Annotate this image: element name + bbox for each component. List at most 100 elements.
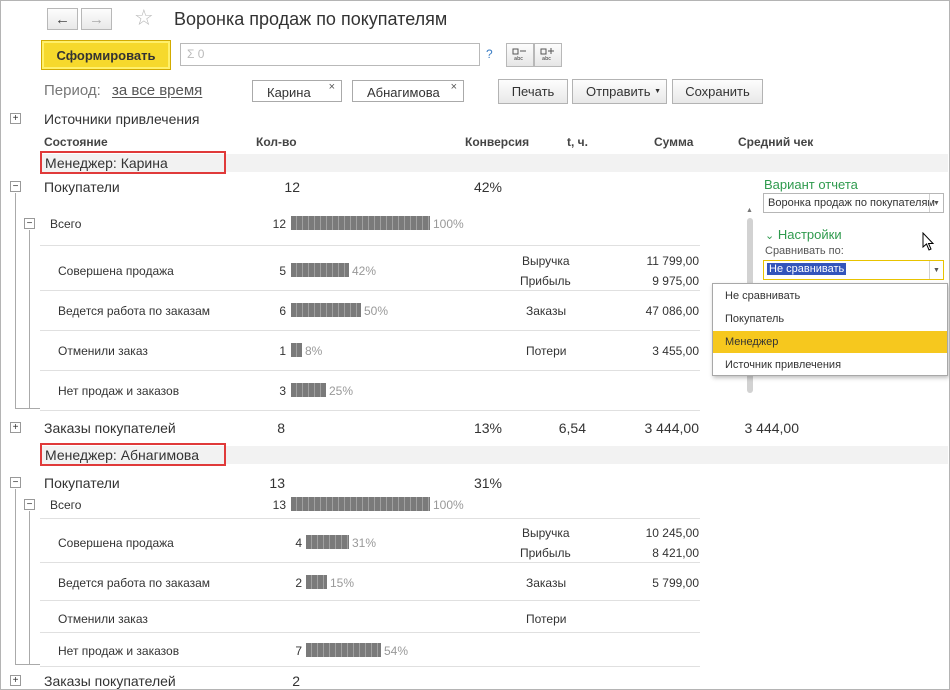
close-icon[interactable]: × xyxy=(329,81,335,93)
row-label-cancelled: Отменили заказ xyxy=(58,612,148,626)
filter-chip-label: Абнагимова xyxy=(367,85,440,100)
row-percent: 31% xyxy=(352,536,377,550)
row-count: 2 xyxy=(295,576,302,590)
metric-label-losses: Потери xyxy=(526,344,567,358)
metric-label-revenue: Выручка xyxy=(522,254,570,268)
search-input[interactable]: Σ 0 xyxy=(180,43,480,66)
scroll-up-icon[interactable]: ▲ xyxy=(746,207,753,214)
funnel-bar xyxy=(291,263,349,277)
orders-conversion: 13% xyxy=(473,420,502,436)
collapse-icon[interactable]: − xyxy=(24,499,35,510)
metric-value-orders: 47 086,00 xyxy=(645,304,699,318)
row-percent: 100% xyxy=(433,217,464,231)
expand-icon[interactable]: + xyxy=(10,675,21,686)
row-percent: 50% xyxy=(364,304,389,318)
metric-label-orders: Заказы xyxy=(526,304,567,318)
row-count: 12 xyxy=(272,217,286,231)
collapse-icon[interactable]: − xyxy=(10,477,21,488)
period-label: Период: xyxy=(44,82,101,99)
settings-toggle[interactable]: ⌄ Настройки xyxy=(765,227,842,242)
forward-button[interactable]: → xyxy=(81,8,112,30)
arrow-left-icon: ← xyxy=(55,10,70,28)
metric-label-losses: Потери xyxy=(526,612,567,626)
groups-collapse-icon: abc xyxy=(540,48,554,62)
row-label-cancelled: Отменили заказ xyxy=(58,344,148,358)
help-link[interactable]: ? xyxy=(486,47,493,61)
expand-icon[interactable]: + xyxy=(10,422,21,433)
metric-label-orders: Заказы xyxy=(526,576,567,590)
send-button[interactable]: Отправить ▼ xyxy=(572,79,667,104)
funnel-bar xyxy=(291,383,326,397)
filter-chip-abnagimova[interactable]: Абнагимова × xyxy=(352,80,464,102)
row-percent: 42% xyxy=(352,264,377,278)
print-button[interactable]: Печать xyxy=(498,79,568,104)
star-icon[interactable]: ☆ xyxy=(134,5,154,31)
generate-button[interactable]: Сформировать xyxy=(41,40,171,70)
row-count: 5 xyxy=(279,264,286,278)
orders-label: Заказы покупателей xyxy=(44,673,176,689)
chevron-down-icon: ⌄ xyxy=(765,230,775,242)
dropdown-option-manager[interactable]: Менеджер xyxy=(713,331,947,353)
compare-by-select[interactable]: Не сравнивать ▼ xyxy=(763,260,944,280)
row-label-total: Всего xyxy=(50,498,82,512)
orders-time: 6,54 xyxy=(558,420,586,436)
collapse-icon[interactable]: − xyxy=(24,218,35,229)
expand-icon[interactable]: + xyxy=(10,113,21,124)
collapse-icon[interactable]: − xyxy=(10,181,21,192)
row-count: 3 xyxy=(279,384,286,398)
row-label-no-sales: Нет продаж и заказов xyxy=(58,644,180,658)
orders-label: Заказы покупателей xyxy=(44,420,176,436)
column-header-state: Состояние xyxy=(44,135,108,149)
row-count: 6 xyxy=(279,304,286,318)
column-header-sum: Сумма xyxy=(654,135,694,149)
group-header-manager[interactable]: Менеджер: Карина xyxy=(40,151,226,174)
save-button[interactable]: Сохранить xyxy=(672,79,763,104)
send-button-label: Отправить xyxy=(586,84,651,99)
funnel-bar xyxy=(291,343,302,357)
collapse-groups-button[interactable]: abc xyxy=(534,43,562,67)
metric-label-profit: Прибыль xyxy=(520,546,571,560)
column-header-avg-check: Средний чек xyxy=(738,135,814,149)
row-label-sold: Совершена продажа xyxy=(58,264,174,278)
arrow-right-icon: → xyxy=(89,10,104,28)
page-title: Воронка продаж по покупателям xyxy=(174,9,448,29)
row-percent: 100% xyxy=(433,498,464,512)
customers-label: Покупатели xyxy=(44,179,120,195)
metric-label-revenue: Выручка xyxy=(522,526,570,540)
groups-expand-icon: abc xyxy=(512,48,526,62)
orders-avg-check: 3 444,00 xyxy=(744,420,800,436)
dropdown-option-customer[interactable]: Покупатель xyxy=(713,308,947,330)
funnel-bar xyxy=(291,216,430,230)
group-header-manager[interactable]: Менеджер: Абнагимова xyxy=(40,443,226,466)
column-header-conversion: Конверсия xyxy=(465,135,530,149)
chevron-down-icon: ▼ xyxy=(654,88,661,95)
customers-conversion: 42% xyxy=(473,179,502,195)
compare-by-dropdown: Не сравнивать Покупатель Менеджер Источн… xyxy=(712,283,948,376)
orders-count: 8 xyxy=(277,420,285,436)
filter-chip-karina[interactable]: Карина × xyxy=(252,80,342,102)
chevron-down-icon[interactable]: ▼ xyxy=(929,261,943,279)
row-label-sold: Совершена продажа xyxy=(58,536,174,550)
close-icon[interactable]: × xyxy=(451,81,457,93)
compare-by-label: Сравнивать по: xyxy=(765,245,844,257)
metric-value-profit: 8 421,00 xyxy=(652,546,699,560)
dropdown-option-no-compare[interactable]: Не сравнивать xyxy=(713,285,947,307)
funnel-bar xyxy=(306,575,327,589)
chevron-down-icon[interactable]: ▼ xyxy=(929,194,943,212)
expand-groups-button[interactable]: abc xyxy=(506,43,534,67)
orders-count: 2 xyxy=(292,673,300,689)
metric-value-losses: 3 455,00 xyxy=(652,344,699,358)
report-variant-select[interactable]: Воронка продаж по покупателям ▼ xyxy=(763,193,944,213)
metric-value-orders: 5 799,00 xyxy=(652,576,699,590)
row-label-in-progress: Ведется работа по заказам xyxy=(58,304,211,318)
compare-by-value: Не сравнивать xyxy=(767,263,847,275)
row-percent: 54% xyxy=(384,644,409,658)
svg-text:abc: abc xyxy=(542,56,551,62)
dropdown-option-source[interactable]: Источник привлечения xyxy=(713,354,947,376)
row-percent: 8% xyxy=(305,344,323,358)
period-link[interactable]: за все время xyxy=(112,82,202,99)
row-count: 1 xyxy=(279,344,286,358)
funnel-bar xyxy=(291,497,430,511)
orders-sum: 3 444,00 xyxy=(644,420,700,436)
back-button[interactable]: ← xyxy=(47,8,78,30)
